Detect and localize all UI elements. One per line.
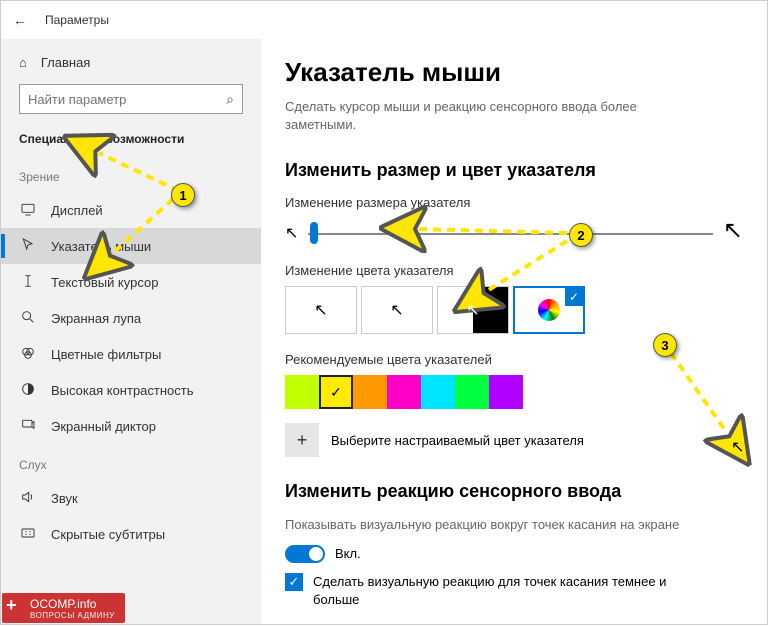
sidebar-item-narrator[interactable]: Экранный диктор <box>1 408 261 444</box>
palette-color-4[interactable] <box>421 375 455 409</box>
group-vision: Зрение <box>1 156 261 192</box>
pointer-color-white[interactable]: ↖ <box>285 286 357 334</box>
window-title: Параметры <box>45 13 109 27</box>
watermark: OCOMP.info ВОПРОСЫ АДМИНУ <box>2 593 125 623</box>
section-accessibility: Специальные возможности <box>1 128 261 156</box>
touch-feedback-toggle[interactable] <box>285 545 325 563</box>
sidebar-item-mouse-pointer[interactable]: Указатель мыши <box>1 228 261 264</box>
palette-color-2[interactable] <box>353 375 387 409</box>
magnifier-icon <box>19 309 37 328</box>
recommended-colors <box>285 375 743 409</box>
palette-color-6[interactable] <box>489 375 523 409</box>
watermark-bottom: ВОПРОСЫ АДМИНУ <box>30 611 115 620</box>
display-icon <box>19 201 37 220</box>
pointer-size-slider[interactable] <box>308 223 712 243</box>
sidebar: ⌂ Главная ⌕ Специальные возможности Зрен… <box>1 39 261 624</box>
group-hearing: Слух <box>1 444 261 480</box>
home-label: Главная <box>41 55 90 70</box>
touch-darker-check-row: ✓ Сделать визуальную реакцию для точек к… <box>285 573 705 609</box>
plus-icon[interactable]: + <box>285 423 319 457</box>
watermark-top: OCOMP.info <box>30 597 96 611</box>
audio-icon <box>19 489 37 508</box>
pointer-color-black[interactable]: ↖ <box>361 286 433 334</box>
narrator-icon <box>19 417 37 436</box>
search-icon: ⌕ <box>226 91 234 108</box>
pointer-size-slider-row: ↖ ↖ <box>285 218 743 247</box>
cursor-large-icon: ↖ <box>723 216 743 245</box>
pointer-color-inverted[interactable]: ↖ <box>437 286 509 334</box>
result-cursor-icon: ↖ <box>731 437 744 457</box>
custom-color-label: Выберите настраиваемый цвет указателя <box>331 433 584 448</box>
touch-feedback-toggle-row: Вкл. <box>285 545 743 563</box>
back-icon[interactable]: ← <box>13 12 27 28</box>
palette-color-5[interactable] <box>455 375 489 409</box>
page-title: Указатель мыши <box>285 57 743 88</box>
palette-color-1[interactable] <box>319 375 353 409</box>
captions-icon <box>19 525 37 544</box>
pointer-color-custom[interactable] <box>513 286 585 334</box>
search-input[interactable] <box>28 92 226 107</box>
touch-darker-label: Сделать визуальную реакцию для точек кас… <box>313 573 705 609</box>
size-label: Изменение размера указателя <box>285 195 743 210</box>
sidebar-item-magnifier[interactable]: Экранная лупа <box>1 300 261 336</box>
text-cursor-icon <box>19 273 37 292</box>
window-header: ← Параметры <box>1 1 767 39</box>
color-filters-icon <box>19 345 37 364</box>
home-icon: ⌂ <box>19 55 27 70</box>
section-size-color: Изменить размер и цвет указателя <box>285 160 743 181</box>
sidebar-item-captions[interactable]: Скрытые субтитры <box>1 516 261 552</box>
sidebar-item-high-contrast[interactable]: Высокая контрастность <box>1 372 261 408</box>
touch-darker-checkbox[interactable]: ✓ <box>285 573 303 591</box>
palette-color-0[interactable] <box>285 375 319 409</box>
contrast-icon <box>19 381 37 400</box>
section-touch: Изменить реакцию сенсорного ввода <box>285 481 743 502</box>
rec-colors-label: Рекомендуемые цвета указателей <box>285 352 743 367</box>
sidebar-item-color-filters[interactable]: Цветные фильтры <box>1 336 261 372</box>
rainbow-icon <box>538 299 560 321</box>
color-label: Изменение цвета указателя <box>285 263 743 278</box>
cursor-icon <box>19 237 37 256</box>
pointer-color-options: ↖ ↖ ↖ <box>285 286 743 334</box>
custom-color-row[interactable]: + Выберите настраиваемый цвет указателя <box>285 423 743 457</box>
main-content: Указатель мыши Сделать курсор мыши и реа… <box>261 39 767 624</box>
sidebar-item-audio[interactable]: Звук <box>1 480 261 516</box>
home-link[interactable]: ⌂ Главная <box>1 49 261 76</box>
touch-desc: Показывать визуальную реакцию вокруг точ… <box>285 516 705 534</box>
cursor-small-icon: ↖ <box>285 223 298 243</box>
sidebar-item-text-cursor[interactable]: Текстовый курсор <box>1 264 261 300</box>
page-desc: Сделать курсор мыши и реакцию сенсорного… <box>285 98 705 134</box>
palette-color-3[interactable] <box>387 375 421 409</box>
toggle-state-label: Вкл. <box>335 546 361 561</box>
search-box[interactable]: ⌕ <box>19 84 243 114</box>
sidebar-item-display[interactable]: Дисплей <box>1 192 261 228</box>
